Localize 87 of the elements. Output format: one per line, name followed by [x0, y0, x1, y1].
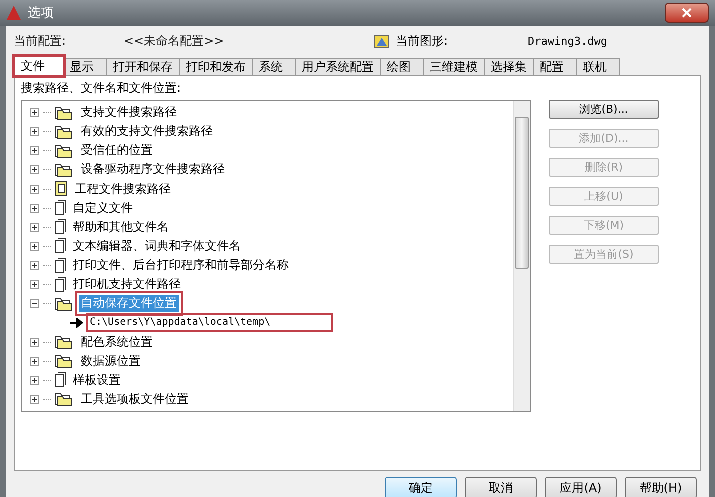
expand-toggle[interactable]	[30, 242, 39, 251]
path-item[interactable]: C:\Users\Y\appdata\local\temp\	[88, 315, 331, 330]
folders-icon	[55, 142, 75, 159]
tab[interactable]: 联机	[576, 58, 620, 76]
document-stack-icon	[55, 181, 69, 198]
tab[interactable]: 绘图	[380, 58, 424, 76]
plus-icon	[31, 376, 38, 384]
plus-icon	[31, 281, 38, 288]
folders-icon	[55, 391, 75, 408]
triangle-logo-icon	[6, 5, 22, 21]
plus-icon	[31, 396, 38, 403]
dialog-button[interactable]: 应用(A)	[545, 477, 617, 497]
expand-toggle[interactable]	[30, 261, 39, 270]
document-icon	[55, 238, 67, 254]
drawing-value: Drawing3.dwg	[528, 34, 608, 48]
tree-label: 搜索路径、文件名和文件位置:	[21, 80, 182, 97]
plus-icon	[31, 242, 38, 250]
folders-icon	[55, 124, 75, 140]
profile-value: <<未命名配置>>	[124, 32, 226, 50]
plus-icon	[31, 109, 38, 116]
expand-toggle[interactable]	[30, 108, 39, 118]
tree-item[interactable]: 文本编辑器、词典和字体文件名	[71, 238, 243, 255]
tab[interactable]: 三维建模	[423, 58, 485, 76]
tree-item[interactable]: 受信任的位置	[79, 142, 155, 160]
profile-label: 当前配置:	[14, 32, 68, 50]
plus-icon	[31, 128, 38, 136]
document-icon	[55, 276, 67, 293]
close-icon	[682, 8, 692, 18]
expand-toggle[interactable]	[30, 204, 39, 213]
tree-item[interactable]: 工具选项板文件位置	[79, 390, 191, 408]
close-button[interactable]	[665, 3, 709, 23]
tab[interactable]: 配置	[533, 58, 577, 76]
drawing-label: 当前图形:	[396, 32, 448, 50]
plus-icon	[31, 224, 38, 231]
tab[interactable]: 选择集	[484, 58, 534, 76]
tab[interactable]: 打印和发布	[179, 58, 253, 76]
expand-toggle[interactable]	[30, 222, 39, 232]
drawing-icon	[374, 33, 390, 49]
expand-toggle[interactable]	[30, 394, 39, 404]
expand-toggle[interactable]	[30, 127, 39, 136]
plus-icon	[31, 204, 38, 212]
document-icon	[55, 372, 67, 388]
collapse-toggle[interactable]	[30, 299, 39, 308]
scrollbar[interactable]	[513, 101, 530, 411]
tree-item[interactable]: 打印文件、后台打印程序和前导部分名称	[71, 257, 291, 274]
dialog-button[interactable]: 取消	[465, 477, 537, 497]
document-icon	[55, 219, 67, 236]
arrow-icon	[70, 318, 84, 328]
expand-toggle[interactable]	[30, 338, 39, 347]
expand-toggle[interactable]	[30, 165, 39, 174]
tab[interactable]: 用户系统配置	[295, 58, 381, 76]
folders-icon	[55, 353, 75, 370]
tree-item[interactable]: 打印机支持文件路径	[71, 276, 183, 294]
tree-item[interactable]: 数据源位置	[79, 352, 143, 370]
window-title: 选项	[28, 5, 54, 22]
expand-toggle[interactable]	[30, 146, 39, 156]
expand-toggle[interactable]	[30, 184, 39, 194]
plus-icon	[31, 166, 38, 174]
plus-icon	[31, 186, 38, 193]
tab[interactable]: 文件	[14, 56, 64, 76]
expand-toggle[interactable]	[30, 280, 39, 290]
plus-icon	[31, 358, 38, 365]
tab[interactable]: 显示	[63, 58, 107, 76]
folders-icon	[55, 296, 75, 312]
folders-icon	[55, 334, 75, 350]
dialog-button[interactable]: 帮助(H)	[625, 477, 697, 497]
tree-item[interactable]: 自定义文件	[71, 200, 135, 217]
document-icon	[55, 258, 67, 274]
plus-icon	[31, 262, 38, 270]
tree-item[interactable]: 配色系统位置	[79, 334, 155, 351]
plus-icon	[31, 147, 38, 154]
plus-icon	[31, 338, 38, 346]
expand-toggle[interactable]	[30, 376, 39, 385]
tree-item[interactable]: 有效的支持文件搜索路径	[79, 123, 215, 140]
tree-item[interactable]: 支持文件搜索路径	[79, 104, 179, 122]
folders-icon	[55, 162, 75, 178]
tab[interactable]: 系统	[252, 58, 296, 76]
folders-icon	[55, 104, 75, 121]
tab[interactable]: 打开和保存	[106, 58, 180, 76]
side-button[interactable]: 浏览(B)...	[549, 100, 659, 119]
dialog-button[interactable]: 确定	[385, 477, 457, 497]
document-icon	[55, 200, 67, 216]
tree-item[interactable]: 设备驱动程序文件搜索路径	[79, 161, 227, 178]
tree-item[interactable]: 帮助和其他文件名	[71, 218, 171, 236]
tree-item[interactable]: 工程文件搜索路径	[73, 180, 173, 198]
expand-toggle[interactable]	[30, 356, 39, 366]
tree-item[interactable]: 样板设置	[71, 372, 123, 389]
